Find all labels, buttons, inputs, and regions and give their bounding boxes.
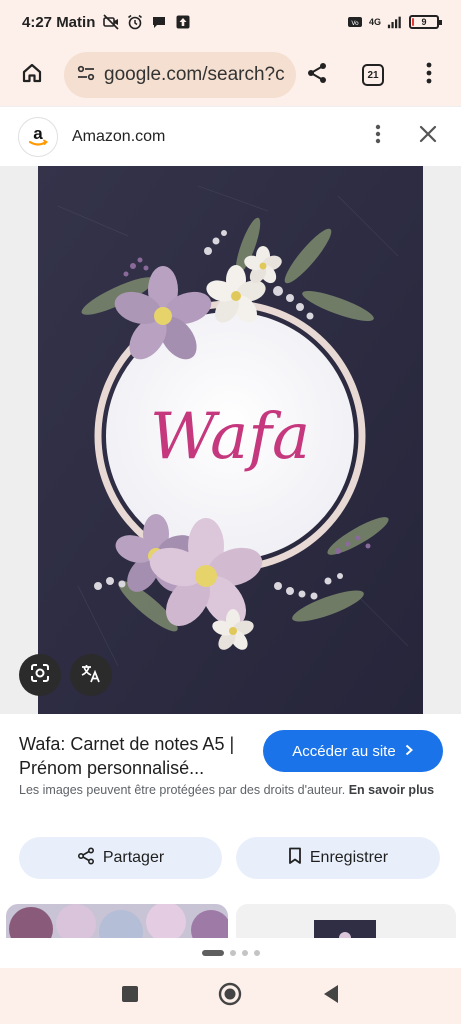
translate-icon <box>80 662 102 689</box>
google-lens-button[interactable] <box>19 654 61 696</box>
result-info-panel: Wafa: Carnet de notes A5 | Prénom person… <box>0 714 461 904</box>
result-title[interactable]: Wafa: Carnet de notes A5 | Prénom person… <box>19 732 249 780</box>
chevron-right-icon <box>404 743 414 760</box>
home-circle-icon <box>218 982 242 1011</box>
copyright-text: Les images peuvent être protégées par de… <box>19 783 346 797</box>
bookmark-icon <box>288 847 302 870</box>
volte-icon: Vo <box>347 14 363 30</box>
share-icon <box>77 846 95 870</box>
close-icon[interactable] <box>419 125 437 148</box>
share-result-button[interactable]: Partager <box>19 837 222 879</box>
more-menu-button[interactable] <box>411 57 447 93</box>
image-script-name: Wafa <box>150 400 310 474</box>
site-name[interactable]: Amazon.com <box>72 128 165 146</box>
chat-bubble-icon <box>151 14 167 30</box>
url-text: google.com/search?c <box>104 64 285 85</box>
visit-site-label: Accéder au site <box>292 742 396 760</box>
back-button[interactable] <box>311 976 351 1016</box>
alarm-icon <box>127 14 143 30</box>
tab-switcher-icon: 21 <box>362 64 384 86</box>
status-bar: 4:27 Matin Vo 4G 9 <box>0 0 461 44</box>
svg-text:Vo: Vo <box>351 20 359 27</box>
url-bar[interactable]: google.com/search?c <box>64 52 296 98</box>
lens-icon <box>29 662 51 689</box>
image-viewer: Wafa <box>0 166 461 714</box>
pager-indicator <box>0 938 461 968</box>
home-nav-button[interactable] <box>210 976 250 1016</box>
learn-more-link[interactable]: En savoir plus <box>349 783 434 797</box>
recents-button[interactable] <box>110 976 150 1016</box>
more-options-icon[interactable] <box>375 124 381 149</box>
system-navigation-bar <box>0 968 461 1024</box>
pager-dot <box>201 950 224 956</box>
pager-dot <box>241 950 248 956</box>
visit-site-button[interactable]: Accéder au site <box>263 730 443 772</box>
save-result-button[interactable]: Enregistrer <box>236 837 440 879</box>
save-label: Enregistrer <box>309 849 389 866</box>
network-type: 4G <box>368 17 381 27</box>
upload-icon <box>175 14 191 30</box>
pager-dot <box>253 950 260 956</box>
more-vert-icon <box>426 62 432 89</box>
share-label: Partager <box>102 849 165 866</box>
related-image[interactable] <box>6 904 228 938</box>
related-image[interactable] <box>236 904 456 938</box>
pager-dot <box>229 950 236 956</box>
share-icon <box>305 61 329 90</box>
tab-switcher-button[interactable]: 21 <box>355 57 391 93</box>
browser-toolbar: google.com/search?c 21 <box>0 44 461 106</box>
site-settings-icon[interactable] <box>76 63 96 88</box>
image-viewer-header: a Amazon.com <box>0 106 461 166</box>
amazon-logo: a <box>18 116 58 157</box>
product-image[interactable]: Wafa <box>38 166 423 714</box>
home-icon <box>20 61 44 90</box>
battery-icon: 9 <box>409 15 442 29</box>
copyright-notice: Les images peuvent être protégées par de… <box>19 780 439 800</box>
related-images <box>0 904 461 938</box>
signal-icon <box>387 14 403 30</box>
translate-button[interactable] <box>70 654 112 696</box>
status-time: 4:27 Matin <box>22 13 96 31</box>
video-off-icon <box>103 14 119 30</box>
logo-letter: a <box>33 124 43 143</box>
share-button[interactable] <box>299 57 335 93</box>
recents-icon <box>121 985 139 1008</box>
home-button[interactable] <box>14 57 50 93</box>
back-icon <box>322 984 340 1009</box>
